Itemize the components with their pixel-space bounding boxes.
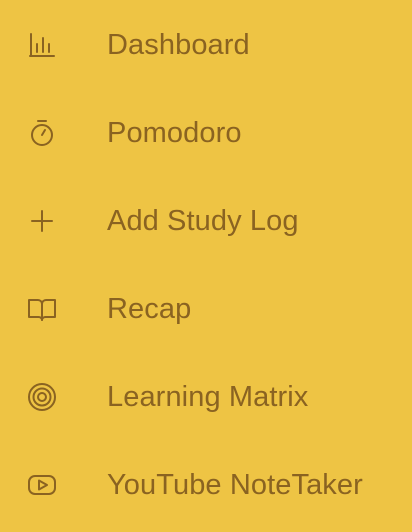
sidebar-item-learning-matrix[interactable]: Learning Matrix [0, 353, 412, 441]
sidebar-item-label: Add Study Log [107, 204, 299, 237]
sidebar-item-label: Learning Matrix [107, 380, 309, 413]
sidebar-item-youtube-notetaker[interactable]: YouTube NoteTaker [0, 441, 412, 529]
bar-chart-icon [26, 29, 58, 61]
target-icon [26, 381, 58, 413]
sidebar-nav: Dashboard Pomodoro Add Study Log Recap L… [0, 0, 412, 532]
sidebar-item-add-study-log[interactable]: Add Study Log [0, 177, 412, 265]
sidebar-item-label: Recap [107, 292, 192, 325]
book-open-icon [26, 293, 58, 325]
timer-icon [26, 117, 58, 149]
youtube-icon [26, 469, 58, 501]
sidebar-item-dashboard[interactable]: Dashboard [0, 1, 412, 89]
sidebar-item-pomodoro[interactable]: Pomodoro [0, 89, 412, 177]
plus-icon [26, 205, 58, 237]
sidebar-item-label: Pomodoro [107, 116, 242, 149]
sidebar-item-label: YouTube NoteTaker [107, 468, 363, 501]
sidebar-item-label: Dashboard [107, 28, 250, 61]
sidebar-item-recap[interactable]: Recap [0, 265, 412, 353]
